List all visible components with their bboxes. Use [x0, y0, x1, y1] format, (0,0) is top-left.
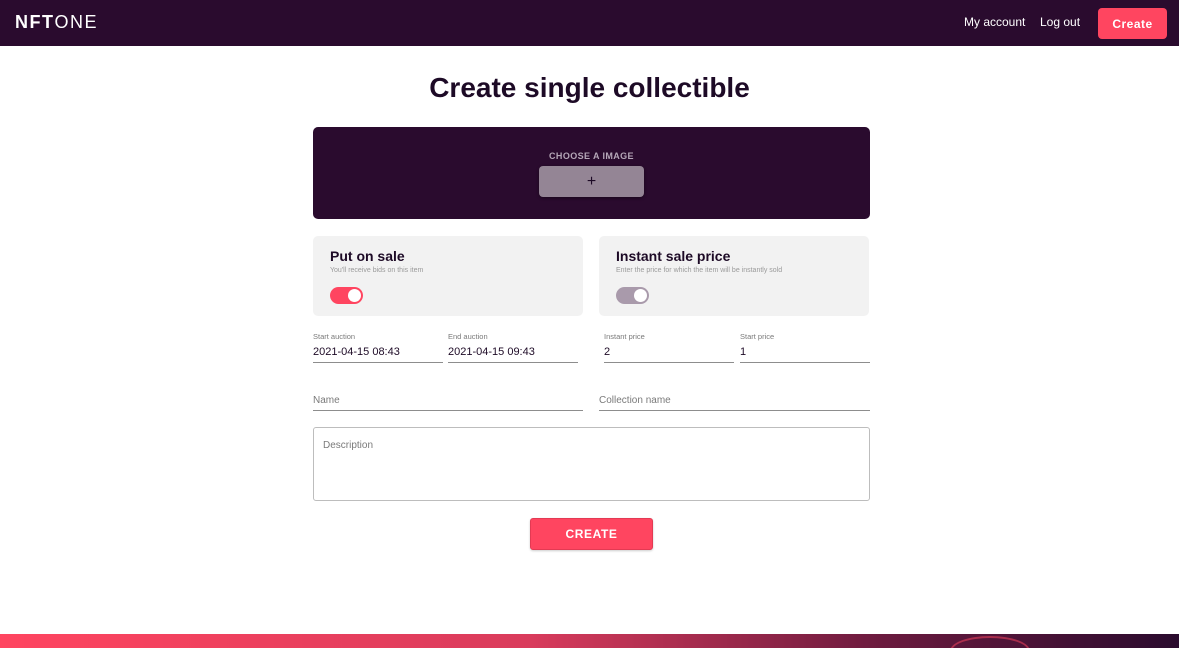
description-placeholder: Description [323, 440, 374, 451]
add-image-button[interactable]: + [539, 166, 644, 197]
plus-icon: + [586, 173, 597, 190]
instant-sale-card: Instant sale price Enter the price for w… [599, 236, 869, 316]
instant-price-label: Instant price [604, 332, 645, 341]
start-price-label: Start price [740, 332, 775, 341]
create-submit-button[interactable]: CREATE [530, 518, 653, 550]
nftone-logo[interactable]: NFTONE [15, 12, 98, 33]
log-out-link[interactable]: Log out [1040, 15, 1080, 29]
instant-sale-toggle[interactable] [616, 287, 649, 304]
collection-name-placeholder: Collection name [599, 395, 671, 406]
start-auction-field[interactable]: Start auction 2021-04-15 08:43 [313, 332, 443, 363]
image-upload-area[interactable]: CHOOSE A IMAGE + [313, 127, 870, 219]
put-on-sale-title: Put on sale [330, 248, 405, 264]
put-on-sale-subtitle: You'll receive bids on this item [330, 267, 424, 274]
collection-name-field[interactable]: Collection name [599, 388, 870, 411]
end-auction-field[interactable]: End auction 2021-04-15 09:43 [448, 332, 578, 363]
description-textarea[interactable]: Description [313, 427, 870, 501]
put-on-sale-toggle[interactable] [330, 287, 363, 304]
top-navbar: NFTONE My account Log out Create [0, 0, 1179, 46]
instant-sale-title: Instant sale price [616, 248, 731, 264]
my-account-link[interactable]: My account [964, 15, 1025, 29]
instant-price-value[interactable]: 2 [604, 346, 610, 358]
start-auction-value[interactable]: 2021-04-15 08:43 [313, 346, 400, 358]
instant-sale-subtitle: Enter the price for which the item will … [616, 267, 783, 274]
end-auction-value[interactable]: 2021-04-15 09:43 [448, 346, 535, 358]
name-field[interactable]: Name [313, 388, 583, 411]
toggle-knob [634, 289, 647, 302]
instant-price-field[interactable]: Instant price 2 [604, 332, 734, 363]
start-price-field[interactable]: Start price 1 [740, 332, 870, 363]
choose-image-label: CHOOSE A IMAGE [549, 151, 634, 161]
footer-gradient-bar [0, 634, 1179, 648]
page-title: Create single collectible [429, 72, 750, 103]
name-placeholder: Name [313, 395, 340, 406]
start-auction-label: Start auction [313, 332, 356, 341]
end-auction-label: End auction [448, 332, 488, 341]
footer-decoration [950, 636, 1030, 648]
toggle-knob [348, 289, 361, 302]
start-price-value[interactable]: 1 [740, 346, 746, 358]
nav-create-button[interactable]: Create [1098, 8, 1167, 39]
put-on-sale-card: Put on sale You'll receive bids on this … [313, 236, 583, 316]
